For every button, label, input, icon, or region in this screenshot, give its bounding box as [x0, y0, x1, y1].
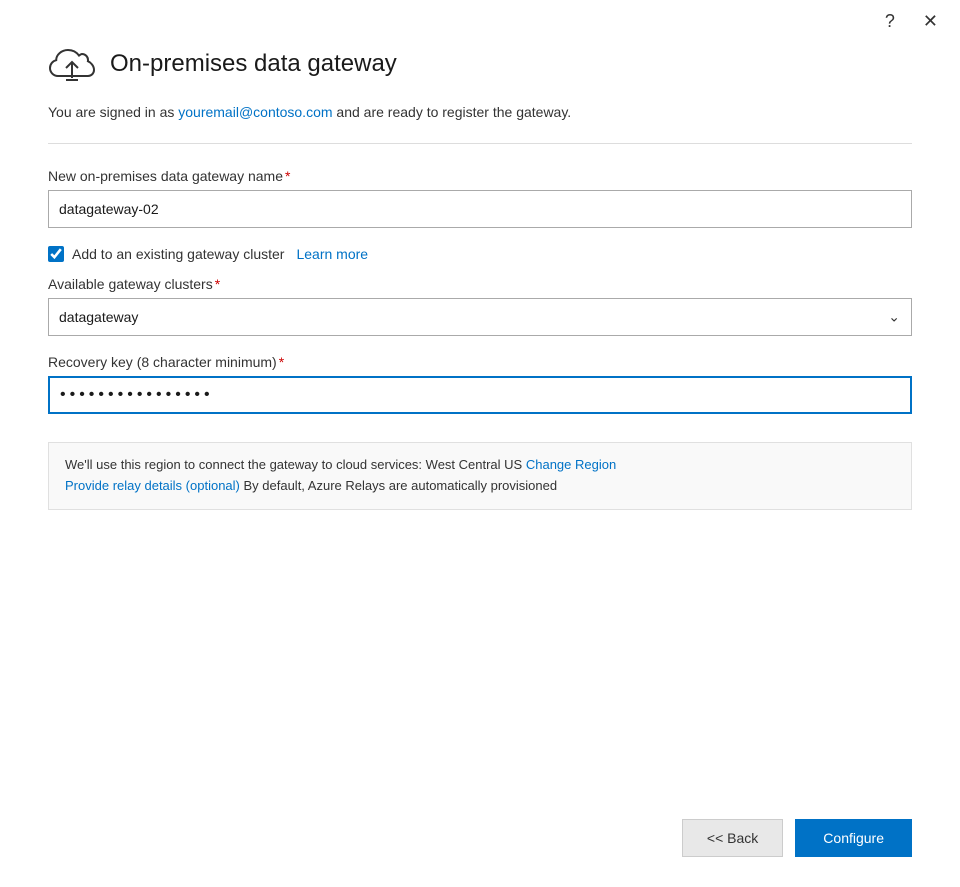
- gateway-name-input[interactable]: [48, 190, 912, 228]
- recovery-key-label: Recovery key (8 character minimum)*: [48, 354, 912, 370]
- on-premises-gateway-dialog: ? ✕ On-premises data gateway You are sig…: [0, 0, 960, 887]
- recovery-key-group: Recovery key (8 character minimum)*: [48, 354, 912, 414]
- signed-in-text-after: and are ready to register the gateway.: [333, 104, 572, 120]
- cluster-required-star: *: [215, 276, 220, 292]
- relay-text: By default, Azure Relays are automatical…: [240, 478, 557, 493]
- dialog-top-bar: ? ✕: [0, 0, 960, 32]
- cluster-group: Available gateway clusters* datagateway …: [48, 276, 912, 336]
- info-text-before: We'll use this region to connect the gat…: [65, 457, 526, 472]
- divider: [48, 143, 912, 144]
- checkbox-label: Add to an existing gateway cluster: [72, 246, 284, 262]
- dialog-footer: << Back Configure: [0, 803, 960, 887]
- recovery-key-input[interactable]: [48, 376, 912, 414]
- recovery-required-star: *: [279, 354, 284, 370]
- dialog-header: On-premises data gateway: [48, 42, 912, 86]
- gateway-name-label: New on-premises data gateway name*: [48, 168, 912, 184]
- add-to-cluster-checkbox[interactable]: [48, 246, 64, 262]
- cluster-label: Available gateway clusters*: [48, 276, 912, 292]
- checkbox-row: Add to an existing gateway cluster Learn…: [48, 246, 912, 262]
- gateway-name-group: New on-premises data gateway name*: [48, 168, 912, 228]
- cluster-select-wrapper: datagateway ⌄: [48, 298, 912, 336]
- dialog-title: On-premises data gateway: [110, 50, 397, 78]
- signed-in-text-before: You are signed in as: [48, 104, 178, 120]
- cloud-upload-icon: [48, 42, 96, 86]
- relay-details-link[interactable]: Provide relay details (optional): [65, 478, 240, 493]
- cluster-select[interactable]: datagateway: [48, 298, 912, 336]
- info-box: We'll use this region to connect the gat…: [48, 442, 912, 510]
- help-button[interactable]: ?: [879, 10, 901, 32]
- dialog-content: On-premises data gateway You are signed …: [0, 32, 960, 803]
- email-link[interactable]: youremail@contoso.com: [178, 104, 332, 120]
- configure-button[interactable]: Configure: [795, 819, 912, 857]
- learn-more-link[interactable]: Learn more: [296, 246, 368, 262]
- close-button[interactable]: ✕: [917, 10, 944, 32]
- back-button[interactable]: << Back: [682, 819, 783, 857]
- required-star: *: [285, 168, 290, 184]
- signed-in-description: You are signed in as youremail@contoso.c…: [48, 102, 912, 123]
- change-region-link[interactable]: Change Region: [526, 457, 616, 472]
